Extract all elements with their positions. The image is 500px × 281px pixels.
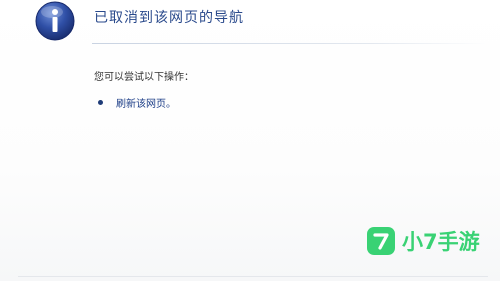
watermark-text: 小7手游 [402, 230, 480, 254]
footer-divider [18, 276, 488, 277]
suggestion-prompt: 您可以尝试以下操作： [94, 72, 194, 83]
title-divider [92, 43, 490, 44]
page-title: 已取消到该网页的导航 [94, 10, 244, 26]
info-icon [34, 0, 76, 42]
watermark: 小7手游 [366, 226, 480, 256]
refresh-page-link[interactable]: 刷新该网页。 [116, 95, 176, 110]
watermark-logo-icon [367, 227, 395, 255]
navigation-canceled-page: 已取消到该网页的导航 您可以尝试以下操作： 刷新该网页。 小7手游 [0, 0, 500, 281]
bullet-icon [98, 100, 103, 105]
suggestion-item-refresh: 刷新该网页。 [98, 95, 176, 110]
